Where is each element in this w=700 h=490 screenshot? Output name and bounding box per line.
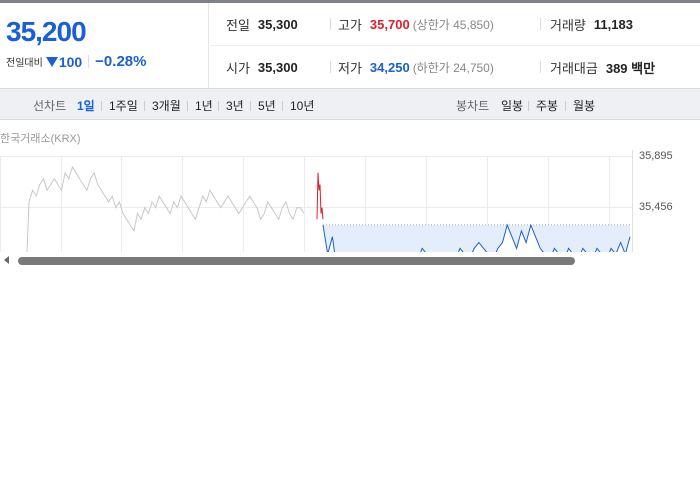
stat-prev-close: 전일 35,300 [226, 15, 298, 34]
divider [540, 18, 541, 30]
divider [282, 101, 283, 111]
period-3m[interactable]: 3개월 [152, 97, 181, 114]
down-triangle-icon [45, 56, 58, 67]
series-line-prior-day [26, 165, 305, 252]
divider [528, 101, 529, 111]
change-rate: −0.28% [95, 53, 147, 70]
period-5y[interactable]: 5년 [258, 97, 276, 114]
scroll-left-arrow-icon[interactable] [4, 256, 9, 264]
stat-low: 저가 34,250 (하한가 24,750) [338, 58, 494, 77]
divider [88, 55, 90, 68]
divider [565, 101, 566, 111]
price-chart [0, 150, 633, 252]
chart-period-toolbar: 선차트 1일 1주일 3개월 1년 3년 5년 10년 봉차트 일봉 주봉 월봉 [0, 88, 700, 120]
divider [330, 61, 331, 73]
series-line-today-above [316, 172, 324, 220]
stat-label: 거래량 [550, 18, 586, 33]
divider [144, 101, 145, 111]
current-price-panel: 35,200 전일대비 100 −0.28% [0, 3, 209, 88]
divider [218, 101, 219, 111]
candle-monthly[interactable]: 월봉 [573, 97, 595, 114]
stat-trade-amount: 거래대금 389 백만 [550, 58, 655, 77]
stat-volume: 거래량 11,183 [550, 15, 633, 34]
chart-lines [26, 165, 631, 252]
row-divider [210, 45, 700, 46]
divider [101, 101, 102, 111]
stat-high: 고가 35,700 (상한가 45,850) [338, 15, 494, 34]
chart-fill [323, 225, 630, 252]
stat-value: 389 백만 [605, 61, 656, 76]
exchange-label: 한국거래소(KRX) [0, 133, 81, 145]
divider [540, 61, 541, 73]
candle-daily[interactable]: 일봉 [501, 97, 523, 114]
change-label: 전일대비 [6, 58, 43, 69]
stat-lower-limit: (하한가 24,750) [412, 61, 494, 75]
stat-label: 전일 [226, 18, 250, 33]
line-chart-label: 선차트 [33, 99, 67, 113]
divider [330, 18, 331, 30]
price-stats-table: 전일 35,300 고가 35,700 (상한가 45,850) 거래량 11,… [210, 3, 700, 88]
period-1w[interactable]: 1주일 [109, 97, 138, 114]
today-below-ref-fill [323, 225, 630, 252]
scrollbar-thumb[interactable] [18, 257, 575, 265]
stat-value: 35,700 [369, 17, 410, 32]
stat-label: 거래대금 [550, 61, 598, 76]
stat-label: 저가 [338, 61, 362, 76]
stat-value: 35,300 [257, 60, 298, 75]
divider [250, 101, 251, 111]
period-3y[interactable]: 3년 [226, 97, 244, 114]
stat-value: 35,300 [257, 17, 298, 32]
current-price: 35,200 [6, 16, 87, 47]
period-1d[interactable]: 1일 [77, 97, 95, 114]
stat-label: 고가 [338, 18, 362, 33]
period-10y[interactable]: 10년 [290, 97, 314, 114]
stat-value: 11,183 [593, 17, 633, 32]
stat-upper-limit: (상한가 45,850) [412, 18, 494, 32]
stat-label: 시가 [226, 61, 250, 76]
candle-weekly[interactable]: 주봉 [536, 97, 558, 114]
y-tick-label: 35,456 [639, 201, 673, 213]
period-1y[interactable]: 1년 [195, 97, 213, 114]
stat-open: 시가 35,300 [226, 58, 298, 77]
price-change-row: 전일대비 100 −0.28% [6, 53, 146, 70]
y-tick-label: 35,895 [639, 150, 673, 162]
divider [187, 101, 188, 111]
candle-chart-label: 봉차트 [456, 99, 490, 113]
stat-value: 34,250 [369, 60, 410, 75]
change-amount: 100 [58, 53, 83, 70]
chart-scrollbar[interactable] [0, 252, 700, 269]
